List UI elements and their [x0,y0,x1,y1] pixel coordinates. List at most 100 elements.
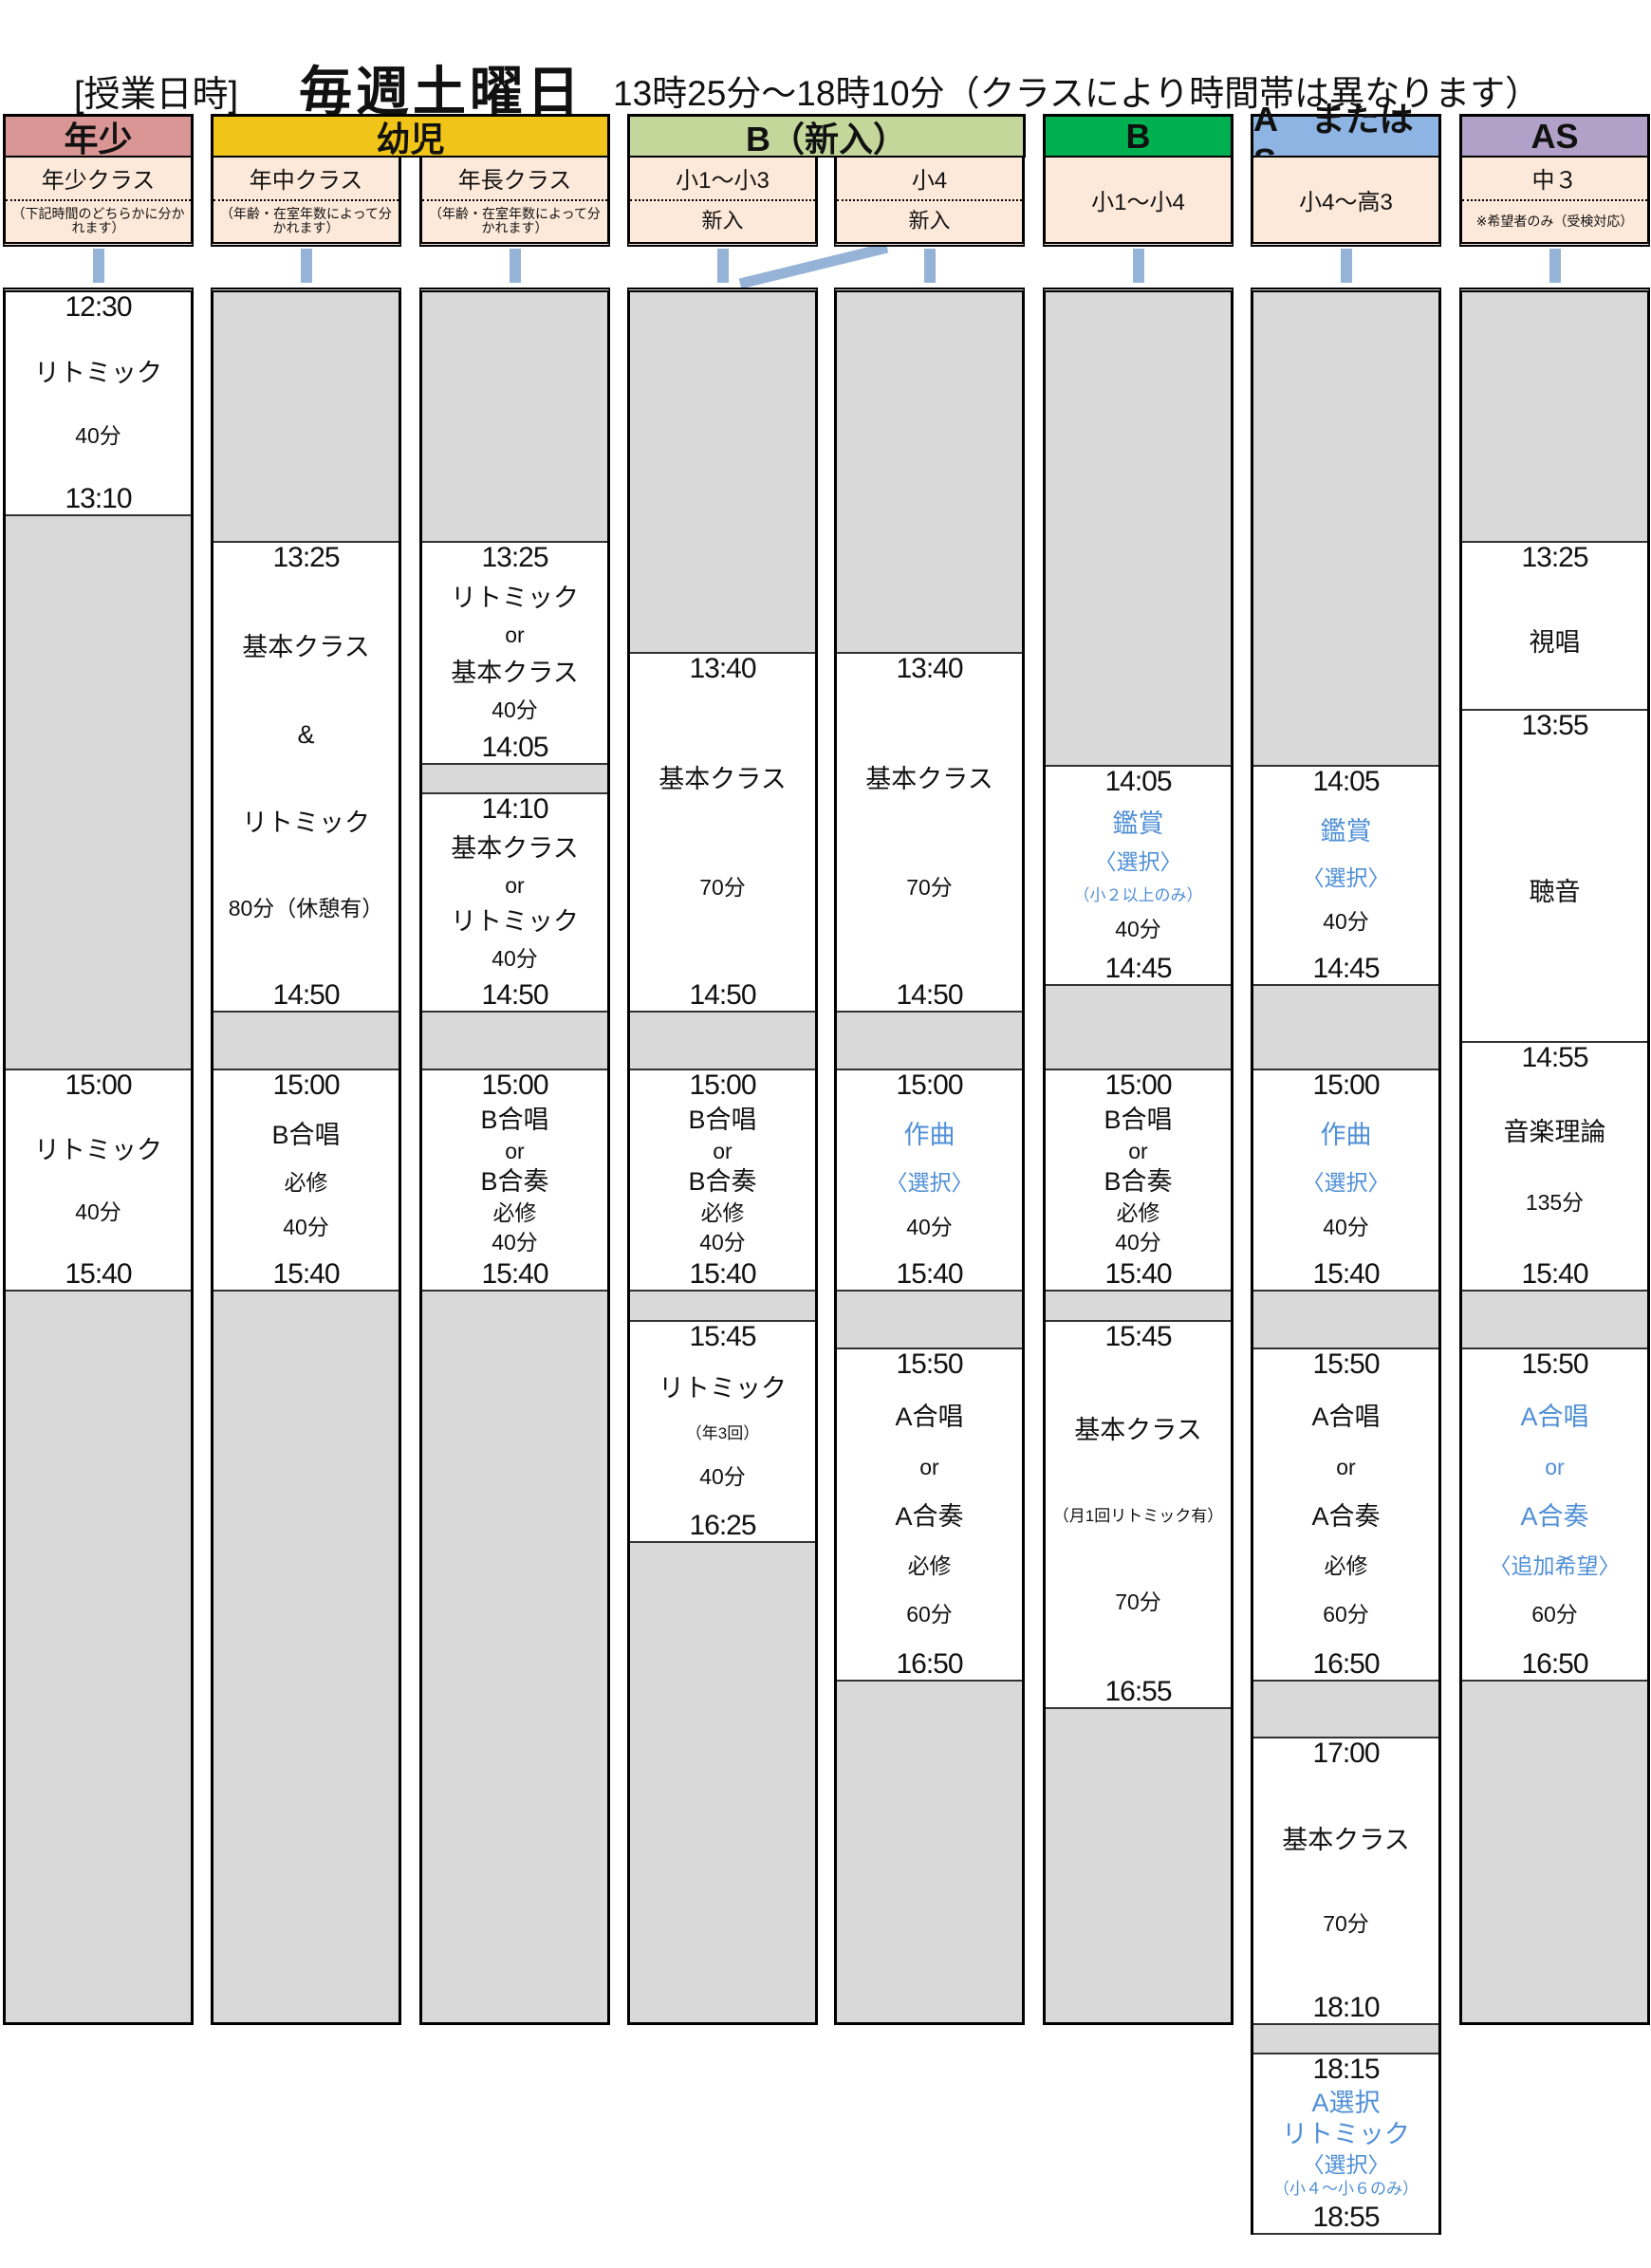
lesson-block[interactable]: 14:05 鑑賞 〈選択〉 40分 14:45 [1253,765,1438,986]
start-time: 15:45 [689,1321,756,1352]
lesson-block[interactable]: 15:45 リトミック （年3回） 40分 16:25 [630,1320,815,1543]
lesson-line: A合奏 [895,1501,964,1531]
lesson-line: B合奏 [1104,1167,1173,1197]
lesson-details: A合唱 or A合奏 必修 60分 [1253,1380,1438,1649]
lesson-block[interactable]: 13:40 基本クラス 70分 14:50 [630,652,815,1013]
lesson-line: 70分 [1323,1911,1369,1936]
end-time: 16:50 [1312,1648,1380,1680]
lesson-line: or [919,1454,939,1479]
class-name: 小4 [911,168,948,195]
lesson-line: 必修 [700,1200,745,1226]
lesson-block[interactable]: 13:25 基本クラス & リトミック 80分（休憩有） 14:50 [213,541,399,1013]
class-note: ※希望者のみ（受検対応） [1462,198,1647,243]
lesson-block[interactable]: 15:50 A合唱 or A合奏 必修 60分 16:50 [837,1348,1022,1682]
start-time: 15:50 [1312,1348,1380,1380]
end-time: 14:05 [481,732,548,763]
lesson-line: 基本クラス [451,658,579,687]
lesson-line: B合唱 [271,1121,341,1150]
class-note: （年齢・在室年数によって分かれます） [213,198,399,243]
end-time: 15:40 [1521,1258,1588,1290]
class-subheader: 中３ ※希望者のみ（受検対応） [1459,158,1650,247]
lesson-line: 〈選択〉 [1302,1169,1390,1195]
start-time: 15:45 [1104,1321,1172,1352]
end-time: 15:40 [272,1258,340,1290]
schedule-column: 13:40 基本クラス 70分 14:50 15:00 B合唱 or B合奏 必修 40分 15:4… [627,288,818,2025]
lesson-block[interactable]: 13:25 リトミック or 基本クラス 40分 14:05 [422,541,607,765]
lesson-block[interactable]: 15:00 作曲 〈選択〉 40分 15:40 [1253,1069,1438,1292]
lesson-block[interactable]: 15:00 B合唱 or B合奏 必修 40分 15:40 [1046,1069,1231,1292]
lesson-details: 作曲 〈選択〉 40分 [1253,1101,1438,1259]
lesson-block[interactable]: 14:55 音楽理論 135分 15:40 [1462,1041,1647,1292]
class-subheader: 年長クラス （年齢・在室年数によって分かれます） [419,158,610,247]
lesson-line: B合奏 [480,1167,549,1197]
lesson-block[interactable]: 12:30 リトミック 40分 13:10 [6,292,191,516]
lesson-line: 40分 [283,1214,329,1239]
lesson-line: 基本クラス [242,632,370,661]
lesson-line: （月1回リトミック有） [1052,1507,1224,1525]
lesson-details: B合唱 or B合奏 必修 40分 [630,1101,815,1259]
end-time: 14:50 [272,979,340,1011]
end-time: 16:50 [1521,1648,1588,1680]
lesson-line: 80分（休憩有） [228,896,384,921]
end-time: 15:40 [1104,1258,1172,1290]
lesson-line: A合唱 [895,1403,964,1432]
lesson-block[interactable]: 14:10 基本クラス or リトミック 40分 14:50 [422,792,607,1013]
lesson-line: A合唱 [1520,1403,1589,1432]
lesson-details: 基本クラス （月1回リトミック有） 70分 [1046,1352,1231,1677]
class-subheader: 小4 新入 [834,158,1025,247]
lesson-block[interactable]: 15:00 リトミック 40分 15:40 [6,1069,191,1292]
end-time: 15:40 [481,1258,548,1290]
lesson-line: 40分 [75,423,121,448]
lesson-details: 基本クラス or リトミック 40分 [422,825,607,980]
lesson-line: or [1128,1138,1148,1163]
lesson-block[interactable]: 15:00 B合唱 or B合奏 必修 40分 15:40 [422,1069,607,1292]
lesson-line: リトミック [1282,2120,1410,2149]
lesson-details: 視唱 [1462,573,1647,711]
lesson-block[interactable]: 18:15 A選択 リトミック 〈選択〉 （小４～小６のみ） 18:55 [1253,2053,1438,2235]
lesson-line: & [297,720,315,750]
lesson-block[interactable]: 13:25 視唱 [1462,541,1647,711]
lesson-block[interactable]: 17:00 基本クラス 70分 18:10 [1253,1737,1438,2025]
start-time: 13:25 [481,542,548,573]
schedule-column: 12:30 リトミック 40分 13:10 15:00 リトミック 40分 15:40 [3,288,194,2025]
lesson-details: B合唱必修 40分 [213,1101,399,1259]
lesson-block[interactable]: 15:00 B合唱 必修 40分 15:40 [213,1069,399,1292]
end-time: 14:50 [896,979,963,1011]
end-time: 15:40 [896,1258,963,1290]
lesson-block[interactable]: 15:00 作曲 〈選択〉 40分 15:40 [837,1069,1022,1292]
class-name: 小4～高3 [1299,190,1393,215]
lesson-line: 70分 [1115,1589,1161,1614]
connector-bar [510,249,521,283]
lesson-line: 40分 [1323,909,1369,935]
lesson-line: 60分 [1531,1601,1578,1627]
lesson-block[interactable]: 13:40 基本クラス 70分 14:50 [837,652,1022,1013]
end-time: 18:55 [1312,2202,1380,2233]
class-name: 中３ [1531,168,1578,195]
lesson-line: 必修 [1324,1553,1368,1579]
lesson-line: 〈選択〉 [1094,849,1182,875]
lesson-line: リトミック [242,808,370,837]
lesson-block[interactable]: 15:00 B合唱 or B合奏 必修 40分 15:40 [630,1069,815,1292]
end-time: 16:50 [896,1648,963,1680]
class-note: 新入 [630,198,815,243]
start-time: 15:00 [1104,1069,1172,1101]
lesson-line: 40分 [492,1230,538,1255]
lesson-block[interactable]: 15:45 基本クラス （月1回リトミック有） 70分 16:55 [1046,1320,1231,1709]
lesson-line: B合唱 [480,1105,549,1134]
lesson-line: リトミック [451,907,579,937]
lesson-block[interactable]: 15:50 A合唱 or A合奏 必修 60分 16:50 [1253,1348,1438,1682]
lesson-line: or [505,623,525,648]
lesson-details: 基本クラス & リトミック 80分（休憩有） [213,573,399,980]
class-subheader: 小1～小4 [1043,158,1234,247]
lesson-line: 必修 [284,1169,328,1195]
lesson-line: 40分 [75,1199,121,1224]
lesson-details: 作曲 〈選択〉 40分 [837,1101,1022,1259]
start-time: 12:30 [65,292,132,323]
lesson-block[interactable]: 13:55 聴音 [1462,709,1647,1043]
class-subheader: 年中クラス （年齢・在室年数によって分かれます） [211,158,401,247]
lesson-block[interactable]: 14:05 鑑賞 〈選択〉 （小２以上のみ） 40分 14:45 [1046,765,1231,986]
lesson-line: 40分 [699,1464,746,1490]
lesson-line: 基本クラス [1282,1826,1410,1854]
lesson-block[interactable]: 15:50 A合唱 or A合奏 〈追加希望〉 60分 16:50 [1462,1348,1647,1682]
end-time: 14:45 [1312,953,1380,984]
